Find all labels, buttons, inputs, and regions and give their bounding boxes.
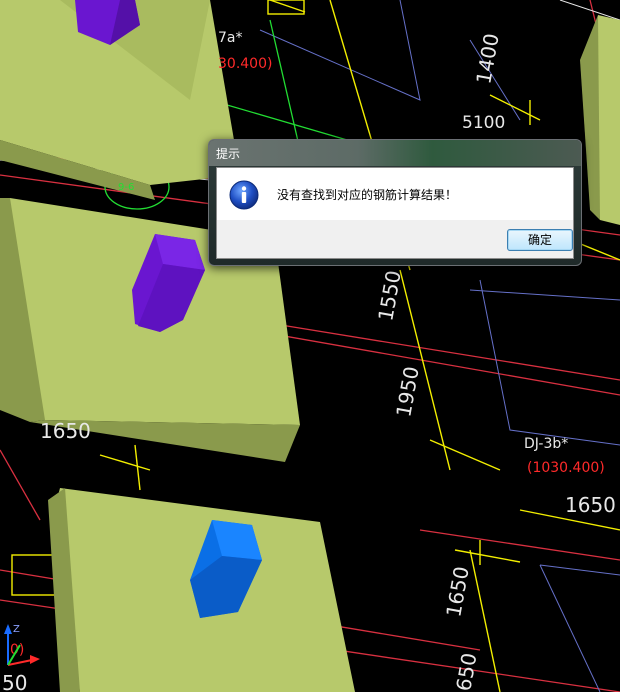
svg-text:Z: Z <box>13 624 20 635</box>
dim-1650-right: 1650 <box>565 493 616 517</box>
elev-7a: 30.400) <box>218 56 272 72</box>
elev-dj3b: (1030.400) <box>527 460 605 476</box>
foundation-pad-4[interactable] <box>580 15 620 225</box>
info-icon <box>229 180 259 210</box>
dim-1400: 1400 <box>471 32 503 86</box>
ok-button[interactable]: 确定 <box>507 229 573 251</box>
circle-label-9-6: 9-6 <box>118 182 134 193</box>
dim-1550: 1550 <box>373 269 405 323</box>
dim-5100: 5100 <box>462 113 505 133</box>
dialog-body: 没有查找到对应的钢筋计算结果！ 确定 <box>216 167 574 259</box>
message-dialog[interactable]: 提示 没有查找到对应的钢筋计算结果！ 确定 <box>208 139 582 266</box>
label-7a: 7a* <box>218 30 243 46</box>
dialog-title: 提示 <box>216 147 241 161</box>
dim-1950: 1950 <box>391 365 423 419</box>
dialog-message: 没有查找到对应的钢筋计算结果！ <box>277 188 458 202</box>
dim-1650-lower: 1650 <box>441 565 473 619</box>
dim-50-bottom-left: 50 <box>2 671 27 692</box>
label-dj3b: DJ-3b* <box>524 436 568 452</box>
cad-viewport[interactable]: 7a* 30.400) 1400 5100 9-6 1550 1950 1650… <box>0 0 620 692</box>
dim-650-bottom: 650 <box>451 651 481 692</box>
dialog-titlebar[interactable]: 提示 <box>209 140 581 166</box>
dialog-message-area: 没有查找到对应的钢筋计算结果！ <box>217 168 573 220</box>
dim-1650-left: 1650 <box>40 419 91 443</box>
